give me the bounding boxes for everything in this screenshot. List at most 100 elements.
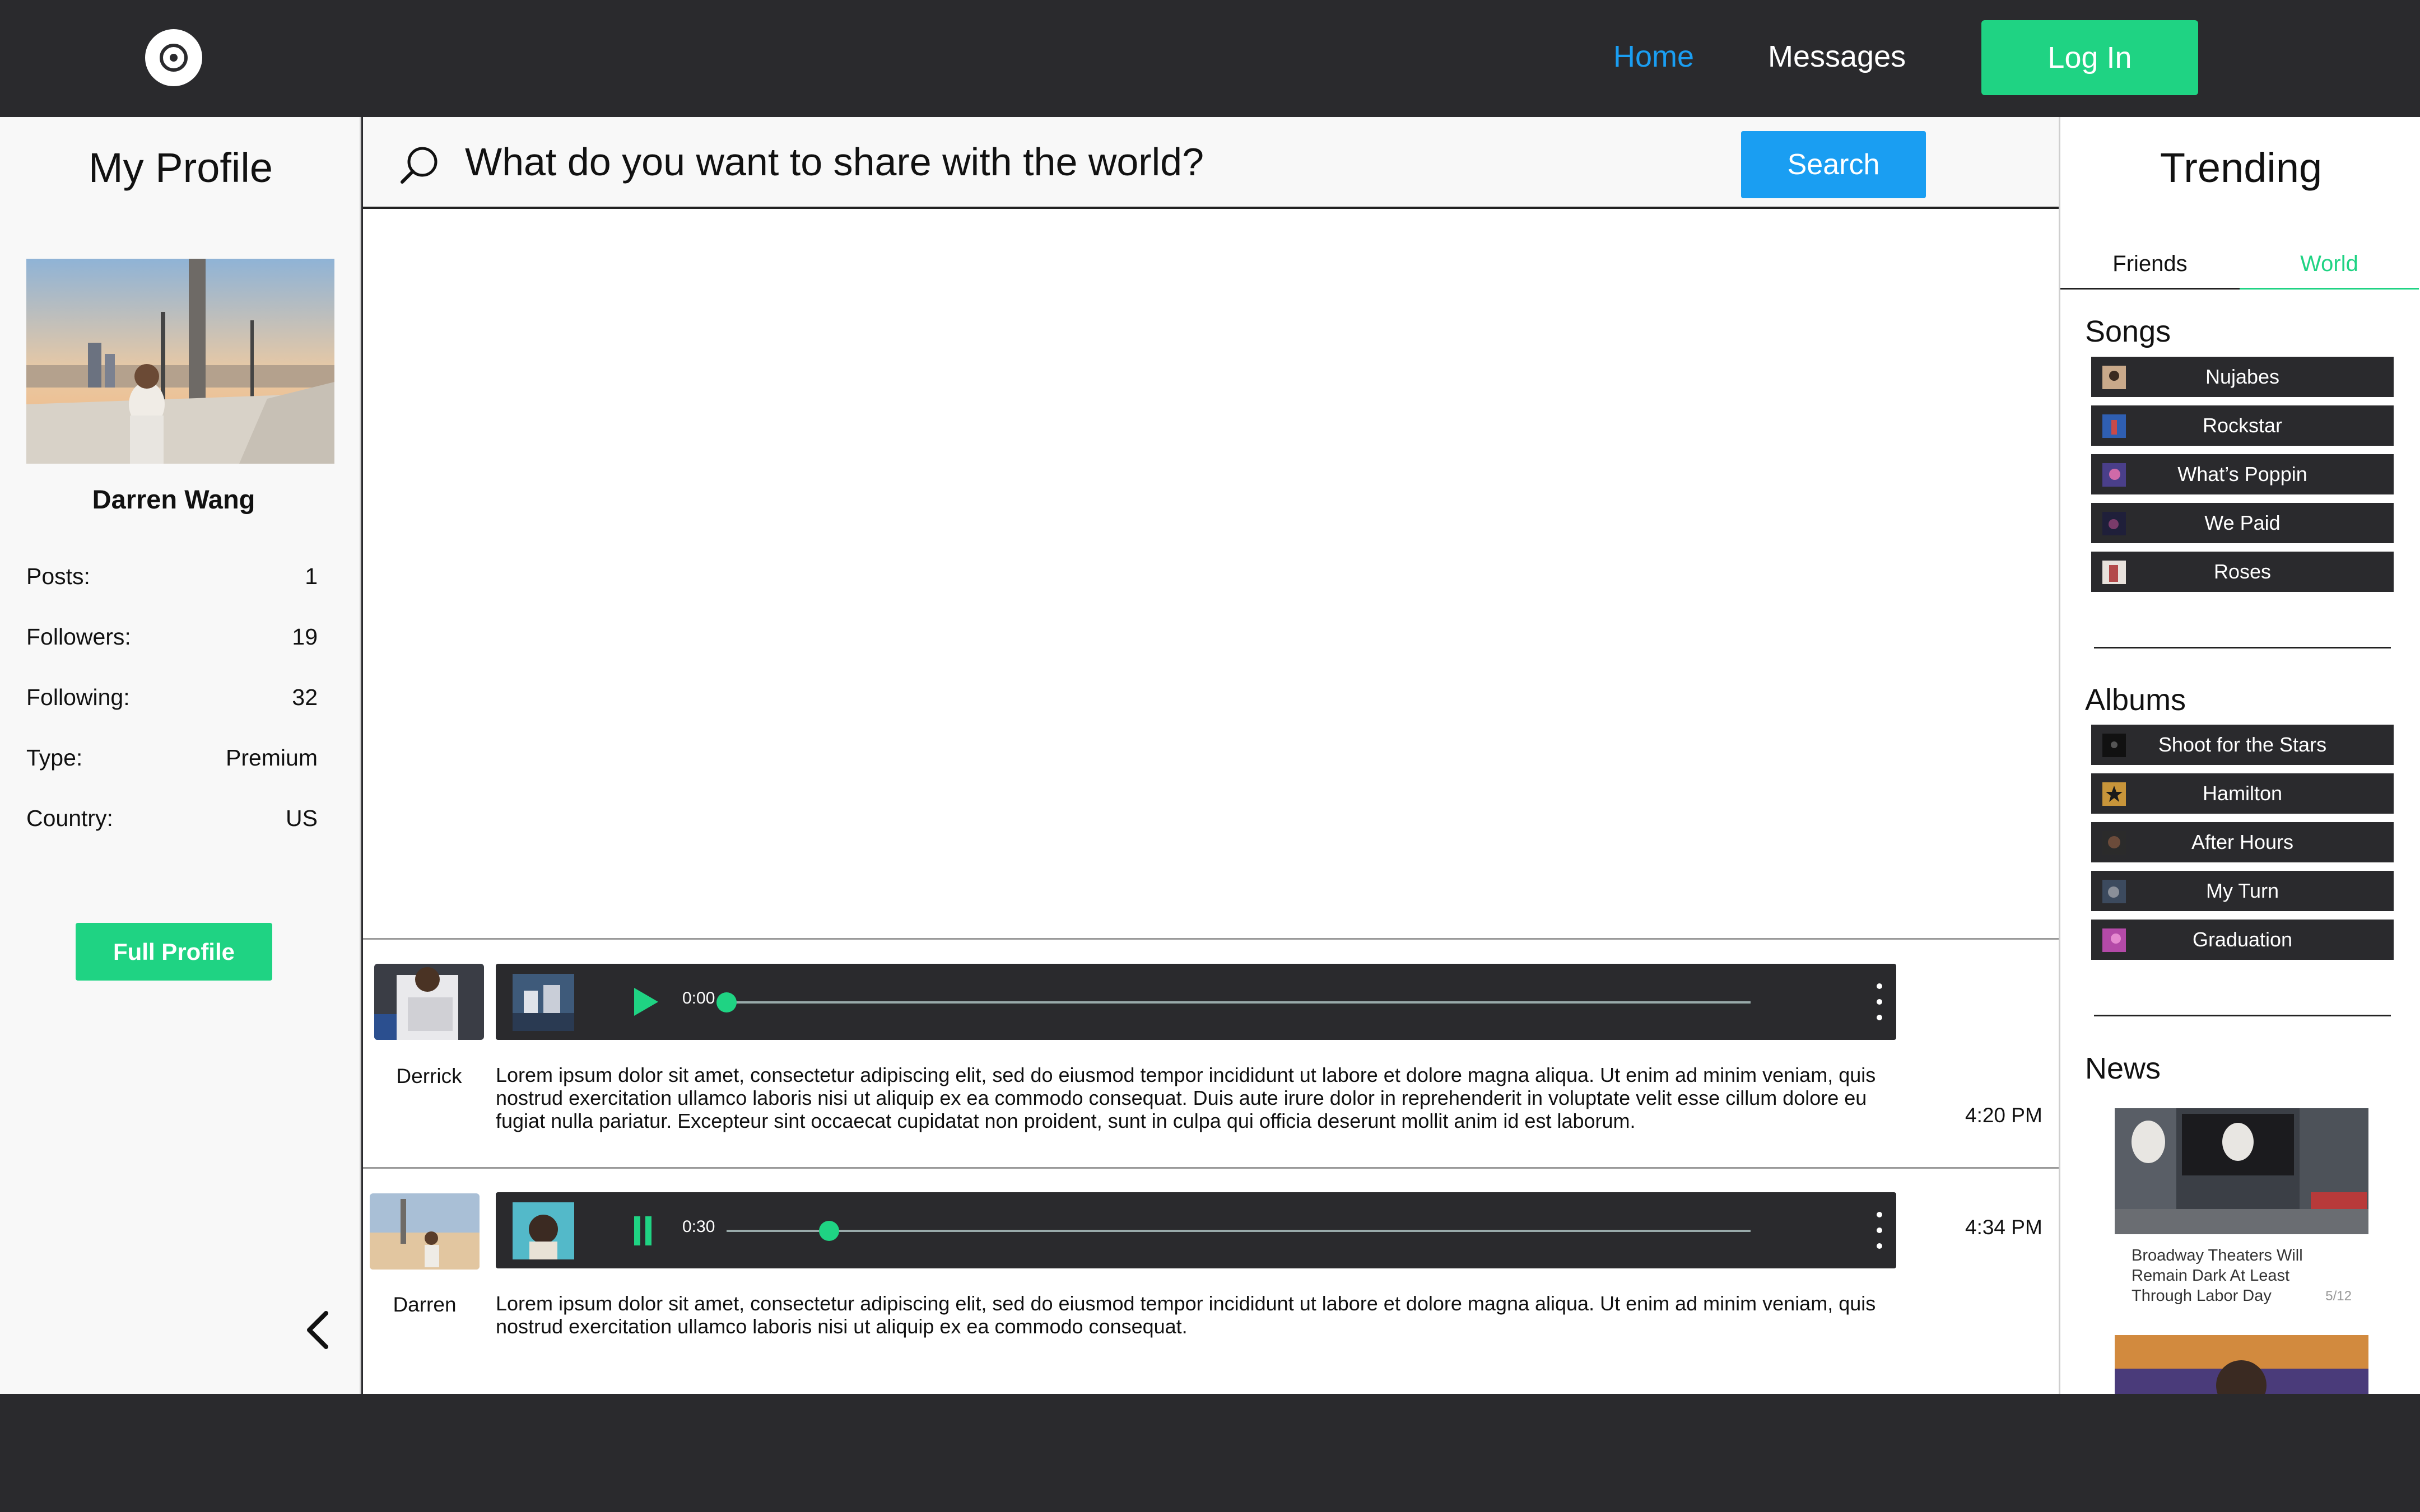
song-thumbnail [2102,414,2126,438]
song-title: What’s Poppin [2177,463,2307,486]
news-image [2115,1108,2368,1234]
album-item[interactable]: After Hours [2091,822,2394,862]
post-username[interactable]: Derrick [374,1065,484,1088]
tab-friends[interactable]: Friends [2060,251,2240,290]
stat-label: Following: [26,684,130,710]
stat-value: 32 [292,684,318,710]
song-item[interactable]: Rockstar [2091,405,2394,446]
album-thumbnail [2102,880,2126,903]
song-item[interactable]: What’s Poppin [2091,454,2394,494]
post-text: Lorem ipsum dolor sit amet, consectetur … [496,1063,1876,1132]
album-item[interactable]: Graduation [2091,920,2394,960]
song-title: We Paid [2204,511,2281,534]
album-item[interactable]: My Turn [2091,871,2394,911]
stat-value: 19 [292,624,318,650]
trending-title: Trending [2160,144,2323,191]
album-title: Hamilton [2202,782,2283,805]
stat-country: Country: US [26,805,318,832]
stat-label: Followers: [26,624,131,650]
song-title: Rockstar [2202,414,2283,437]
album-thumbnail [2102,928,2126,952]
share-input[interactable] [465,134,1697,190]
search-button[interactable]: Search [1741,131,1926,198]
trending-panel: Trending Friends World Songs Nujabes Roc… [2059,117,2420,1394]
stat-label: Type: [26,745,83,771]
more-options-icon[interactable] [1871,979,1888,1024]
seek-knob[interactable] [818,1221,839,1241]
app-logo-icon[interactable] [145,29,202,86]
song-thumbnail [2102,512,2126,535]
song-item[interactable]: Roses [2091,552,2394,592]
search-icon [397,143,441,188]
post-time: 4:20 PM [1965,1104,2042,1127]
track-cover [513,974,574,1031]
album-item[interactable]: Shoot for the Stars [2091,725,2394,765]
play-icon[interactable] [627,985,661,1019]
tab-world[interactable]: World [2240,251,2419,290]
chevron-left-icon[interactable] [301,1308,334,1352]
stat-label: Country: [26,805,113,831]
song-thumbnail [2102,463,2126,487]
news-image [2115,1335,2368,1394]
bottom-bar [0,1394,2420,1512]
pause-icon[interactable] [627,1214,661,1247]
news-caption: Broadway Theaters Will Remain Dark At Le… [2132,1247,2303,1305]
seek-bar[interactable] [727,1001,1751,1004]
feed-panel: Search Derrick 0:00 [363,117,2059,1394]
news-card[interactable] [2115,1335,2368,1394]
more-options-icon[interactable] [1871,1208,1888,1253]
audio-player: 0:00 [496,964,1896,1040]
post-avatar[interactable] [370,1193,480,1270]
player-time: 0:00 [682,989,715,1007]
top-nav: Home Messages Log In [0,0,2420,117]
stat-value: US [286,805,318,831]
post-avatar[interactable] [374,964,484,1040]
profile-name: Darren Wang [92,484,255,514]
song-item[interactable]: We Paid [2091,503,2394,543]
logo-dot [170,54,178,62]
album-title: After Hours [2191,830,2294,853]
stat-value: 1 [305,563,318,589]
stat-posts: Posts: 1 [26,563,318,590]
nav-home-link[interactable]: Home [1613,36,1694,77]
stat-following: Following: 32 [26,684,318,711]
song-thumbnail [2102,561,2126,584]
seek-knob[interactable] [716,992,737,1012]
section-divider [2094,1015,2391,1016]
album-item[interactable]: Hamilton [2091,773,2394,814]
post-text: Lorem ipsum dolor sit amet, consectetur … [496,1292,1876,1338]
profile-panel-title: My Profile [89,144,273,191]
album-title: My Turn [2205,879,2279,902]
profile-panel: My Profile Darren Wang Posts: 1 Follower… [0,117,361,1394]
albums-title: Albums [2085,683,2186,717]
feed-divider [363,1167,2059,1169]
stat-type: Type: Premium [26,745,318,771]
song-thumbnail [2102,366,2126,389]
album-title: Shoot for the Stars [2158,733,2327,756]
nav-messages-link[interactable]: Messages [1768,36,1906,77]
login-button[interactable]: Log In [1981,20,2198,95]
section-divider [2094,647,2391,648]
stat-value: Premium [225,745,318,771]
stat-label: Posts: [26,563,90,589]
album-thumbnail [2102,734,2126,757]
profile-photo-image [26,259,334,464]
profile-photo [26,259,334,464]
album-thumbnail [2102,831,2126,855]
full-profile-button[interactable]: Full Profile [76,923,272,981]
songs-title: Songs [2085,315,2171,348]
audio-player: 0:30 [496,1192,1896,1268]
news-title: News [2085,1052,2161,1085]
post-username[interactable]: Darren [370,1293,480,1317]
song-title: Nujabes [2205,365,2280,388]
album-thumbnail [2102,782,2126,806]
news-card[interactable]: Broadway Theaters Will Remain Dark At Le… [2115,1108,2368,1306]
stat-followers: Followers: 19 [26,624,318,650]
song-item[interactable]: Nujabes [2091,357,2394,397]
share-bar: Search [363,117,2059,209]
post-time: 4:34 PM [1965,1216,2042,1239]
player-time: 0:30 [682,1217,715,1236]
seek-bar[interactable] [727,1230,1751,1232]
feed-divider [363,938,2059,940]
track-cover [513,1202,574,1259]
